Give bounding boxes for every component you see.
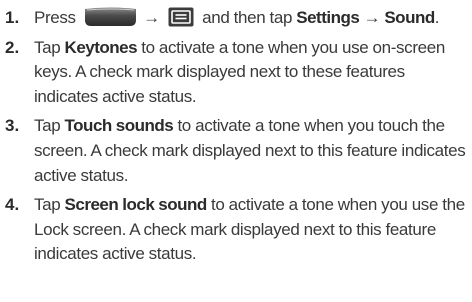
step-text: Tap Keytones to activate a tone when you… [34,36,468,110]
step-number: 2. [5,37,20,57]
and-then-tap-text: and then tap [202,8,293,27]
step-4: 4. Tap Screen lock sound to activate a t… [5,193,468,267]
touch-sounds-label: Touch sounds [64,116,174,136]
period: . [434,8,440,27]
settings-label: Settings [296,8,360,27]
step-number: 4. [5,195,20,215]
arrow-icon: → [143,8,160,27]
keytones-label: Keytones [64,37,138,57]
step-1: 1. Press → and then tap Settings → Sound… [5,6,468,31]
step-number: 1. [5,8,20,27]
tap-text: Tap [34,37,61,57]
arrow-icon: → [363,8,381,27]
press-text: Press [34,8,76,27]
screen-lock-sound-label: Screen lock sound [64,195,208,215]
step-text: Press → and then tap Settings → Sound. [34,6,468,31]
step-2: 2. Tap Keytones to activate a tone when … [5,36,468,110]
home-key-icon [84,7,137,27]
sound-label: Sound [384,8,435,27]
tap-text: Tap [34,195,61,215]
menu-key-icon [168,7,194,27]
step-number: 3. [5,116,20,136]
step-text: Tap Touch sounds to activate a tone when… [34,114,468,188]
tap-text: Tap [34,116,61,136]
step-text: Tap Screen lock sound to activate a tone… [34,193,468,267]
step-3: 3. Tap Touch sounds to activate a tone w… [5,114,468,188]
instruction-page: 1. Press → and then tap Settings → Sound… [0,0,472,302]
